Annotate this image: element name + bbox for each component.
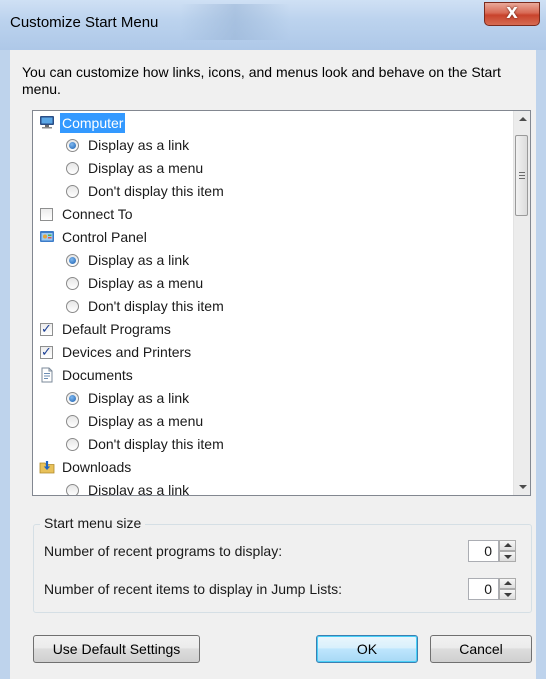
recent-programs-input[interactable]: 0: [468, 540, 499, 562]
checkbox[interactable]: [40, 208, 53, 221]
list-item-label: Don't display this item: [88, 298, 224, 314]
list-item[interactable]: Display as a link: [33, 249, 513, 272]
close-button[interactable]: X: [484, 2, 540, 26]
list-item-label: Display as a menu: [88, 160, 204, 176]
ok-button[interactable]: OK: [316, 635, 418, 663]
start-menu-size-group: [33, 524, 532, 613]
control-panel-icon: [39, 229, 55, 245]
scrollbar-grip-icon: [519, 172, 525, 179]
list-item[interactable]: Don't display this item: [33, 295, 513, 318]
radio-button[interactable]: [66, 438, 79, 451]
list-item[interactable]: Don't display this item: [33, 433, 513, 456]
recent-items-label: Number of recent items to display in Jum…: [44, 581, 343, 597]
list-item[interactable]: Devices and Printers: [33, 341, 513, 364]
list-item-label: Computer: [60, 113, 126, 133]
list-item-label: Control Panel: [62, 229, 147, 245]
spin-up-icon[interactable]: [499, 578, 516, 589]
start-menu-size-title: Start menu size: [40, 515, 146, 532]
list-item-label: Display as a menu: [88, 413, 204, 429]
radio-button[interactable]: [66, 162, 79, 175]
title-bar-reflection: [180, 4, 290, 40]
close-icon: X: [506, 4, 518, 22]
description-text: You can customize how links, icons, and …: [22, 64, 501, 97]
list-item[interactable]: Display as a menu: [33, 157, 513, 180]
list-item-label: Display as a link: [88, 252, 190, 268]
list-item-label: Devices and Printers: [62, 344, 192, 360]
radio-button[interactable]: [66, 392, 79, 405]
radio-button[interactable]: [66, 277, 79, 290]
checkbox[interactable]: [40, 341, 53, 364]
list-item[interactable]: Documents: [33, 364, 513, 387]
recent-programs-label: Number of recent programs to display:: [44, 543, 283, 559]
computer-icon: [39, 114, 55, 130]
list-item[interactable]: Default Programs: [33, 318, 513, 341]
list-item-label: Display as a menu: [88, 275, 204, 291]
list-item-label: Downloads: [62, 459, 132, 475]
downloads-icon: [39, 459, 55, 475]
window-frame-right: [536, 50, 546, 679]
scroll-down-arrow-icon[interactable]: [514, 478, 530, 495]
list-item[interactable]: Connect To: [33, 203, 513, 226]
radio-button[interactable]: [66, 484, 79, 495]
recent-programs-spinner[interactable]: [499, 540, 516, 562]
window-frame-left: [0, 50, 10, 679]
start-menu-options-list[interactable]: Computer Display as a link Display as a me…: [32, 110, 531, 496]
list-item[interactable]: Display as a menu: [33, 272, 513, 295]
spin-down-icon[interactable]: [499, 589, 516, 600]
list-item[interactable]: Display as a link: [33, 387, 513, 410]
recent-items-spinner[interactable]: [499, 578, 516, 600]
documents-icon: [39, 367, 55, 383]
list-item-label: Don't display this item: [88, 183, 224, 199]
scrollbar-thumb[interactable]: [515, 135, 528, 216]
radio-button[interactable]: [66, 300, 79, 313]
window-title: Customize Start Menu: [10, 14, 159, 31]
cancel-button[interactable]: Cancel: [430, 635, 532, 663]
list-item[interactable]: Display as a link: [33, 134, 513, 157]
list-item[interactable]: Computer: [33, 111, 513, 134]
list-item[interactable]: Don't display this item: [33, 180, 513, 203]
vertical-scrollbar[interactable]: [513, 111, 530, 495]
radio-button[interactable]: [66, 185, 79, 198]
list-item-label: Connect To: [62, 206, 133, 222]
list-item-label: Don't display this item: [88, 436, 224, 452]
list-item-label: Documents: [62, 367, 133, 383]
list-item-label: Display as a link: [88, 137, 190, 153]
checkbox[interactable]: [40, 318, 53, 341]
radio-button[interactable]: [66, 139, 79, 152]
radio-button[interactable]: [66, 254, 79, 267]
spin-up-icon[interactable]: [499, 540, 516, 551]
list-item-label: Display as a link: [88, 482, 190, 496]
title-bar: Customize Start Menu X: [0, 0, 546, 50]
list-item[interactable]: Display as a link: [33, 479, 513, 496]
list-item[interactable]: Control Panel: [33, 226, 513, 249]
use-default-settings-button[interactable]: Use Default Settings: [33, 635, 200, 663]
radio-button[interactable]: [66, 415, 79, 428]
recent-items-input[interactable]: 0: [468, 578, 499, 600]
scroll-up-arrow-icon[interactable]: [514, 111, 530, 128]
spin-down-icon[interactable]: [499, 551, 516, 562]
list-item-label: Default Programs: [62, 321, 171, 337]
list-item-label: Display as a link: [88, 390, 190, 406]
list-item[interactable]: Display as a menu: [33, 410, 513, 433]
list-item[interactable]: Downloads: [33, 456, 513, 479]
